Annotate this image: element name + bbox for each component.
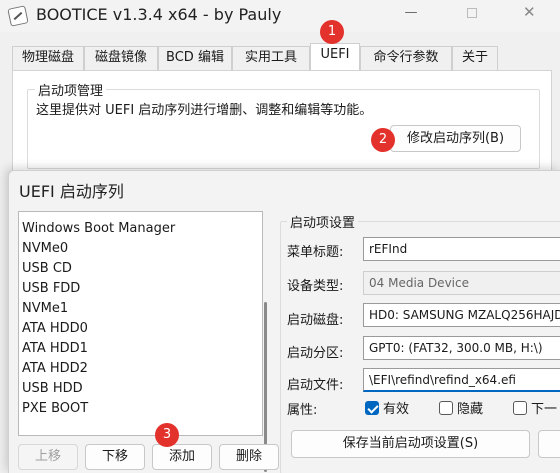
next-checkbox-label: 下一 <box>531 402 558 417</box>
list-item[interactable]: ATA HDD1 <box>22 339 88 359</box>
step-badge-2: 2 <box>371 128 395 152</box>
move-up-button[interactable]: 上移 <box>18 444 78 470</box>
checkbox-empty-icon <box>513 400 527 415</box>
app-icon <box>7 5 29 27</box>
save-entry-settings-button[interactable]: 保存当前启动项设置(S) <box>291 430 530 458</box>
boot-entry-list[interactable]: Windows Boot Manager NVMe0 USB CD USB FD… <box>18 211 267 472</box>
boot-file-field[interactable]: \EFI\refind\refind_x64.efi <box>363 368 560 392</box>
delete-button[interactable]: 删除 <box>219 444 279 470</box>
tab-uefi[interactable]: UEFI <box>310 43 360 70</box>
next-checkbox[interactable]: 下一 <box>513 398 557 417</box>
modify-boot-order-button[interactable]: 修改启动序列(B) <box>390 125 521 152</box>
tab-command-line[interactable]: 命令行参数 <box>360 46 452 70</box>
tab-utilities[interactable]: 实用工具 <box>232 46 310 70</box>
tab-about[interactable]: 关于 <box>452 46 498 70</box>
move-down-button[interactable]: 下移 <box>85 444 145 470</box>
close-button[interactable]: ✕ <box>523 3 536 21</box>
menu-title-label: 菜单标题: <box>287 245 344 260</box>
device-type-field: 04 Media Device <box>363 271 560 295</box>
device-type-label: 设备类型: <box>287 279 344 294</box>
uefi-boot-sequence-dialog: UEFI 启动序列 Windows Boot Manager NVMe0 USB… <box>8 170 560 473</box>
list-item[interactable]: ATA HDD2 <box>22 359 88 379</box>
title-bar: BOOTICE v1.3.4 x64 - by Pauly — ✕ <box>0 0 560 32</box>
boot-manager-description: 这里提供对 UEFI 启动序列进行增删、调整和编辑等功能。 <box>36 103 373 118</box>
list-item[interactable]: USB HDD <box>22 379 83 399</box>
entry-settings-title: 启动项设置 <box>287 212 359 231</box>
hidden-checkbox[interactable]: 隐藏 <box>439 398 483 417</box>
list-item[interactable]: Windows Boot Manager <box>22 219 175 239</box>
tab-physical-disk[interactable]: 物理磁盘 <box>12 46 84 70</box>
checkbox-empty-icon <box>439 400 453 415</box>
menu-title-field[interactable]: rEFInd <box>363 237 560 261</box>
boot-disk-select[interactable]: HD0: SAMSUNG MZALQ256HAJD <box>363 303 560 327</box>
window-title: BOOTICE v1.3.4 x64 - by Pauly <box>36 5 282 24</box>
boot-partition-select[interactable]: GPT0: (FAT32, 300.0 MB, H:\) <box>363 336 560 360</box>
boot-partition-label: 启动分区: <box>287 346 344 361</box>
extra-button[interactable] <box>538 430 560 458</box>
list-item[interactable]: USB CD <box>22 259 72 279</box>
list-item[interactable]: PXE BOOT <box>22 399 88 419</box>
hidden-checkbox-label: 隐藏 <box>457 402 484 417</box>
attributes-label: 属性: <box>287 403 318 418</box>
tab-disk-image[interactable]: 磁盘镜像 <box>84 46 158 70</box>
valid-checkbox[interactable]: 有效 <box>365 398 409 417</box>
step-badge-1: 1 <box>320 20 344 44</box>
list-item[interactable]: NVMe1 <box>22 299 68 319</box>
tab-bcd-edit[interactable]: BCD 编辑 <box>158 46 232 70</box>
add-button[interactable]: 添加 <box>152 444 212 470</box>
maximize-button[interactable] <box>467 8 477 18</box>
dialog-title: UEFI 启动序列 <box>19 182 124 201</box>
valid-checkbox-label: 有效 <box>383 402 410 417</box>
minimize-button[interactable]: — <box>403 5 419 20</box>
list-item[interactable]: NVMe0 <box>22 239 68 259</box>
checkbox-checked-icon <box>365 400 379 415</box>
list-item[interactable]: ATA HDD0 <box>22 319 88 339</box>
boot-manager-title: 启动项管理 <box>35 80 107 99</box>
boot-disk-label: 启动磁盘: <box>287 313 344 328</box>
boot-file-label: 启动文件: <box>287 378 344 393</box>
list-item[interactable]: USB FDD <box>22 279 80 299</box>
step-badge-3: 3 <box>155 423 179 447</box>
